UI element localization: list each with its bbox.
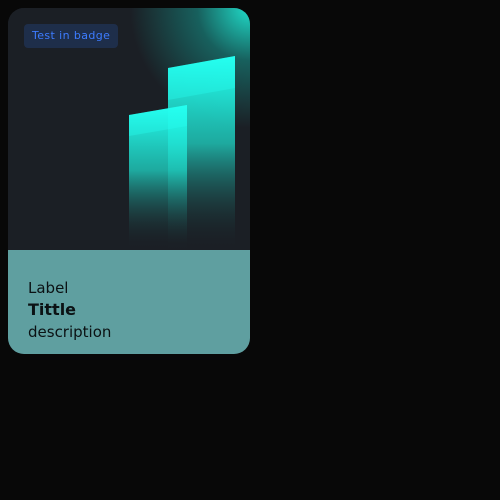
card-title: Tittle (28, 300, 77, 319)
info-card[interactable]: Test in badge Label Tittle description (8, 8, 250, 354)
card-info-panel: Label Tittle description (8, 250, 250, 354)
card-label: Label (28, 279, 69, 297)
card-description: description (28, 323, 112, 341)
card-hero-image: Test in badge (8, 8, 250, 250)
card-badge: Test in badge (24, 24, 119, 48)
short-bar (129, 105, 188, 250)
